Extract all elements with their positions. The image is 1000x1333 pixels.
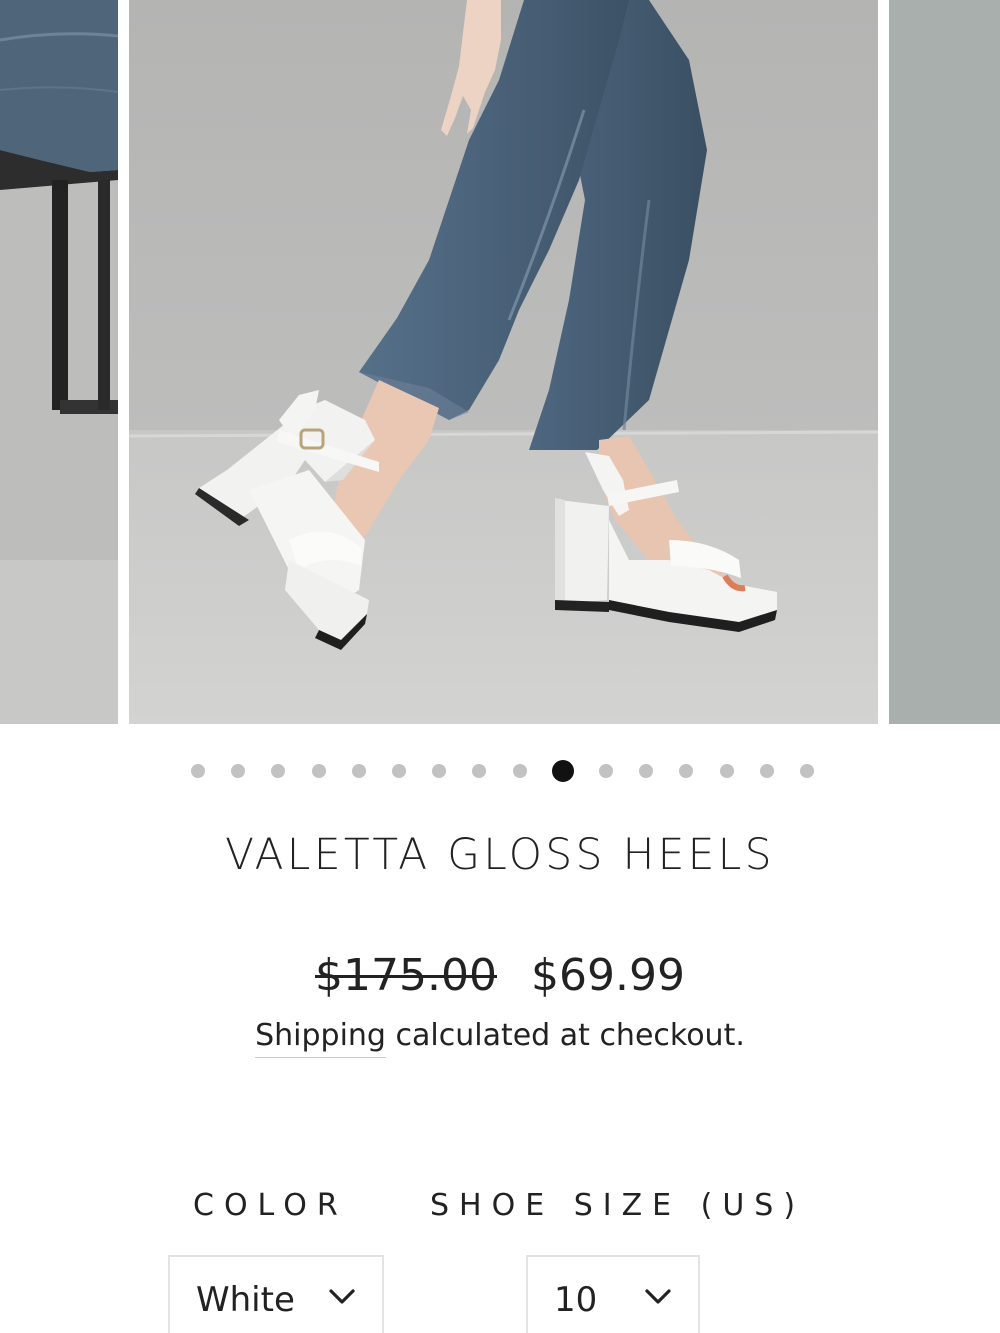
chevron-down-icon — [645, 1289, 671, 1304]
carousel-dot[interactable] — [392, 764, 406, 778]
chevron-down-icon — [329, 1289, 355, 1304]
previous-product-image — [0, 0, 118, 724]
sale-price: $69.99 — [530, 950, 685, 1001]
carousel-dot[interactable] — [472, 764, 487, 778]
carousel-dot[interactable] — [191, 764, 205, 778]
main-product-image — [129, 0, 878, 724]
carousel-dot[interactable] — [719, 764, 734, 778]
size-select[interactable]: 10 — [526, 1255, 700, 1333]
product-image-carousel[interactable] — [0, 0, 1000, 724]
carousel-slide-previous[interactable] — [0, 0, 118, 724]
carousel-dot[interactable] — [679, 764, 694, 778]
carousel-dot[interactable] — [512, 764, 527, 778]
carousel-dot[interactable] — [551, 760, 574, 782]
color-option-label: COLOR — [193, 1188, 348, 1223]
shipping-note: Shipping calculated at checkout. — [0, 1018, 1000, 1058]
carousel-dot[interactable] — [639, 764, 654, 778]
next-product-image — [889, 0, 1000, 724]
compare-at-price: $175.00 — [315, 950, 497, 1001]
product-title: VALETTA GLOSS HEELS — [225, 830, 775, 880]
carousel-dot[interactable] — [432, 764, 447, 778]
carousel-slide-current[interactable] — [129, 0, 878, 724]
carousel-dot[interactable] — [759, 764, 774, 778]
carousel-dot[interactable] — [271, 764, 286, 778]
carousel-dot[interactable] — [800, 764, 814, 778]
color-select[interactable]: White — [168, 1255, 384, 1333]
carousel-dot[interactable] — [351, 764, 366, 778]
shipping-note-text: calculated at checkout. — [385, 1018, 745, 1053]
shipping-link[interactable]: Shipping — [255, 1018, 386, 1058]
carousel-slide-next[interactable] — [889, 0, 1000, 724]
carousel-pagination — [0, 760, 1000, 784]
carousel-dot[interactable] — [599, 764, 613, 778]
carousel-dot[interactable] — [231, 764, 246, 778]
size-select-value: 10 — [554, 1280, 598, 1320]
size-option-label: SHOE SIZE (US) — [430, 1188, 806, 1223]
carousel-dot[interactable] — [311, 764, 326, 778]
product-page: VALETTA GLOSS HEELS $175.00 $69.99 Shippi… — [0, 0, 1000, 1333]
price-row: $175.00 $69.99 — [0, 950, 1000, 1001]
color-select-value: White — [196, 1280, 295, 1320]
